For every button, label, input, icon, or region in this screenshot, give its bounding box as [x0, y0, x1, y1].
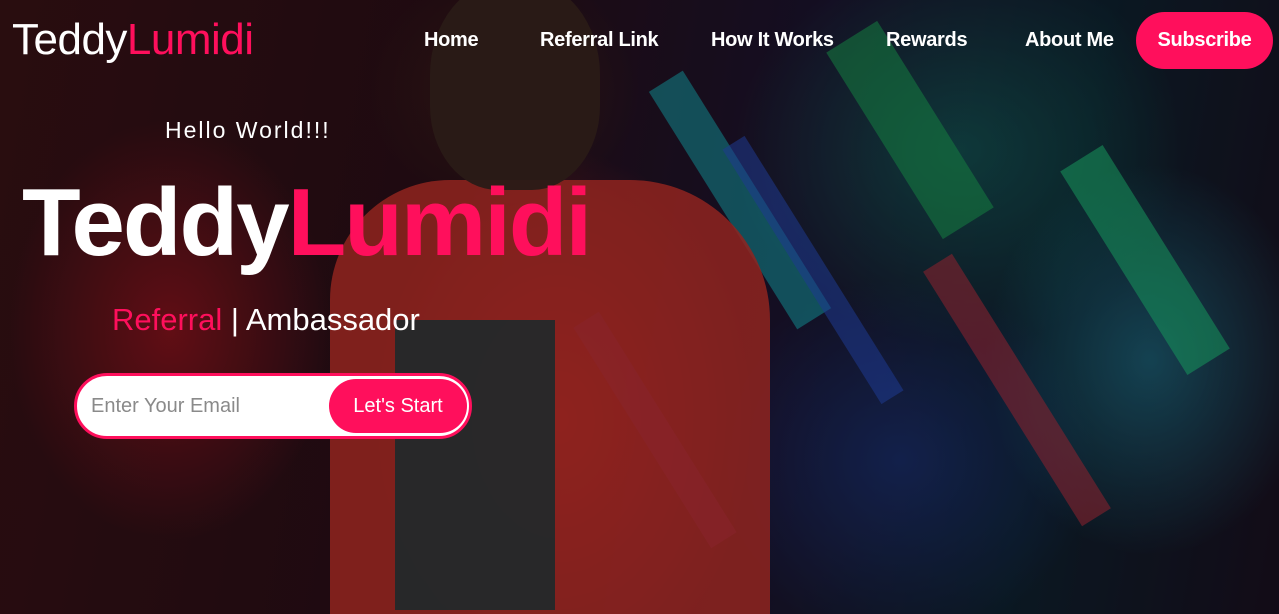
- subscribe-button[interactable]: Subscribe: [1136, 12, 1273, 69]
- nav-about-me[interactable]: About Me: [1025, 28, 1114, 52]
- nav-home[interactable]: Home: [424, 28, 479, 52]
- tagline-accent: Referral: [112, 302, 223, 337]
- hero-tagline: Referral | Ambassador: [112, 302, 420, 338]
- tagline-rest: | Ambassador: [222, 302, 420, 337]
- top-navbar: TeddyLumidi Home Referral Link How It Wo…: [0, 0, 1279, 80]
- email-signup-form: Let's Start: [74, 373, 472, 439]
- nav-how-it-works[interactable]: How It Works: [711, 28, 834, 52]
- email-input[interactable]: [91, 376, 321, 436]
- brand-logo-second: Lumidi: [126, 15, 254, 64]
- lets-start-button[interactable]: Let's Start: [329, 379, 467, 433]
- hero-section: TeddyLumidi Home Referral Link How It Wo…: [0, 0, 1279, 614]
- hero-title: TeddyLumidi: [22, 168, 593, 278]
- nav-rewards[interactable]: Rewards: [886, 28, 968, 52]
- brand-logo-first: Teddy: [12, 15, 127, 64]
- brand-logo[interactable]: TeddyLumidi: [12, 16, 254, 64]
- hero-title-second: Lumidi: [287, 169, 593, 276]
- hero-title-first: Teddy: [22, 169, 290, 276]
- hero-greeting: Hello World!!!: [165, 117, 331, 143]
- nav-referral-link[interactable]: Referral Link: [540, 28, 659, 52]
